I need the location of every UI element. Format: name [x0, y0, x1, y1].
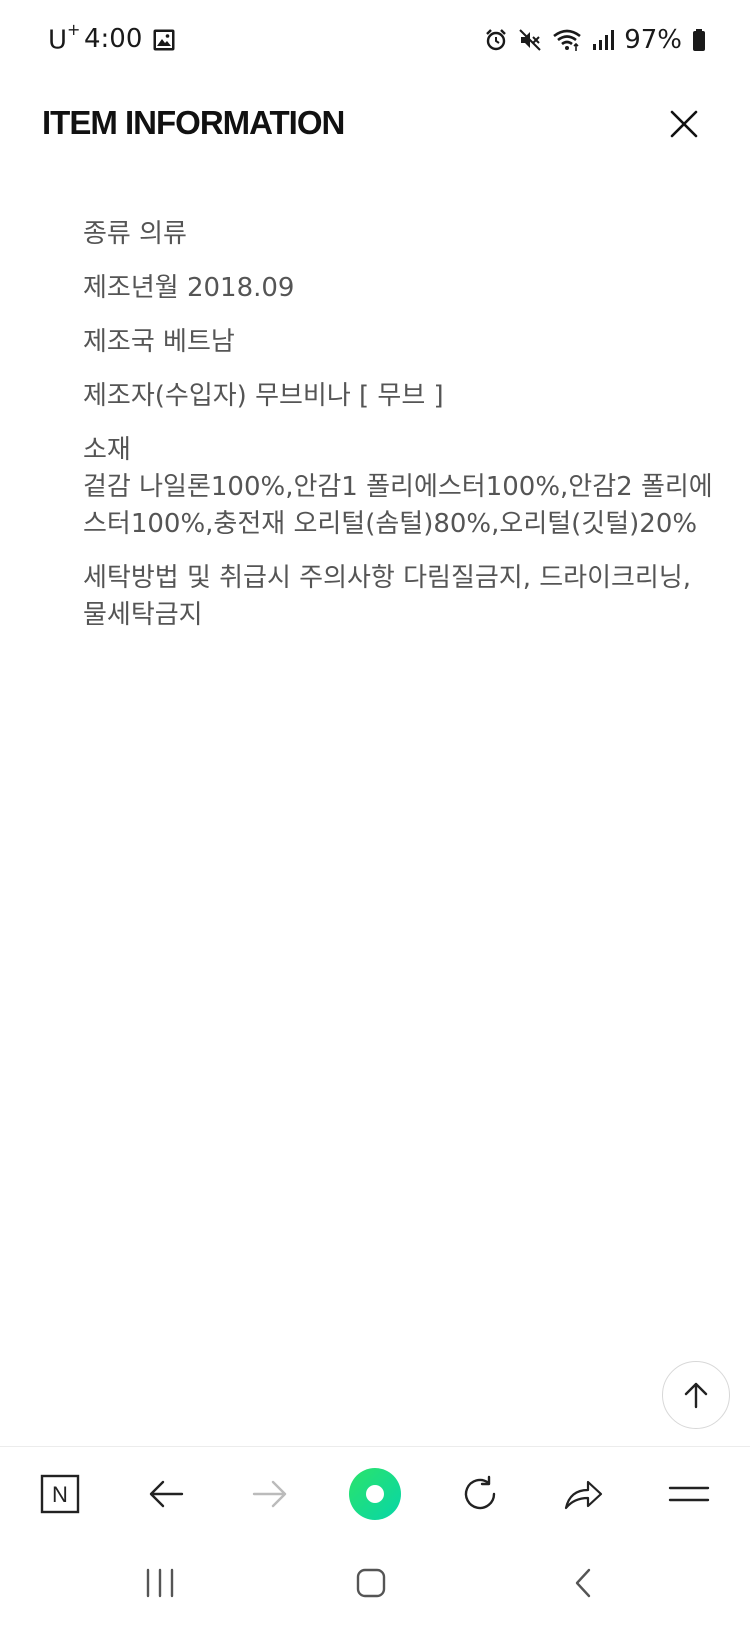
share-button[interactable] [553, 1447, 613, 1541]
gallery-icon [153, 29, 175, 51]
status-icons: 97% [484, 24, 706, 56]
forward-arrow-icon [252, 1480, 287, 1508]
forward-button[interactable] [240, 1447, 300, 1541]
alarm-icon [486, 29, 507, 51]
info-country: 제조국 베트남 [83, 327, 235, 357]
home-icon [356, 1568, 386, 1597]
mute-icon [519, 29, 541, 51]
clock: 4:00 [84, 24, 143, 54]
green-dot-icon [349, 1468, 401, 1520]
close-button[interactable] [664, 104, 704, 144]
refresh-button[interactable] [450, 1447, 510, 1541]
android-nav-bar [0, 1540, 750, 1625]
status-bar: U+ 4:00 97% [0, 0, 750, 80]
info-manufacturer: 제조자(수입자) 무브비나 [ 무브 ] [83, 381, 444, 411]
battery-icon [693, 29, 705, 51]
info-care-instructions: 세탁방법 및 취급시 주의사항 다림질금지, 드라이크리닝, 물세탁금지 [83, 563, 700, 630]
back-button[interactable] [136, 1447, 196, 1541]
menu-icon [668, 1486, 710, 1502]
system-back-button[interactable] [548, 1540, 618, 1625]
menu-button[interactable] [659, 1447, 719, 1541]
green-dot-button[interactable] [345, 1447, 405, 1541]
info-material: 소재 겉감 나일론100%,안감1 폴리에스터100%,안감2 폴리에스터100… [83, 435, 713, 539]
naver-home-button[interactable]: N [30, 1447, 90, 1541]
info-type: 종류 의류 [83, 219, 187, 249]
wifi-icon [553, 29, 581, 51]
refresh-icon [464, 1475, 496, 1510]
back-icon [575, 1568, 591, 1597]
svg-text:N: N [52, 1482, 68, 1507]
close-icon [670, 110, 698, 138]
home-button[interactable] [336, 1540, 406, 1625]
carrier-label: U+ [48, 20, 81, 56]
recent-apps-button[interactable] [125, 1540, 195, 1625]
scroll-to-top-button[interactable] [662, 1361, 730, 1429]
item-info-list: 종류 의류 제조년월 2018.09 제조국 베트남 제조자(수입자) 무브비나… [83, 216, 713, 651]
naver-home-icon: N [40, 1474, 80, 1514]
back-arrow-icon [149, 1480, 184, 1508]
signal-icon [593, 30, 615, 50]
battery-percent: 97% [624, 25, 682, 55]
recent-apps-icon [146, 1568, 174, 1597]
browser-toolbar: N [0, 1446, 750, 1540]
share-icon [564, 1480, 603, 1510]
page-title: ITEM INFORMATION [42, 104, 345, 141]
info-manufacture-date: 제조년월 2018.09 [83, 273, 295, 303]
arrow-up-icon [684, 1382, 708, 1409]
